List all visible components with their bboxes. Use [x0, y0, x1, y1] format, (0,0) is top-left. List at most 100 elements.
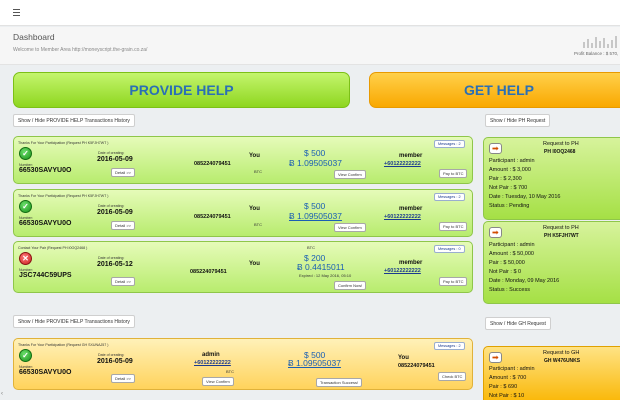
messages-badge[interactable]: Messages : 2: [434, 193, 465, 201]
currency-label: BTC: [307, 245, 315, 250]
arrow-right-icon: [489, 352, 502, 363]
request-title: Request to GH: [543, 350, 580, 356]
view-confirm-button[interactable]: View Confirm: [334, 223, 366, 232]
btc-amount: Ƀ 1.09505037: [288, 358, 341, 368]
receiver-name: member: [399, 206, 423, 212]
request-pair: Pair : $ 50,000: [489, 260, 525, 266]
sender-phone: 085224079451: [190, 269, 227, 275]
receiver-phone-link[interactable]: +60122222222: [384, 161, 421, 167]
sender-phone: 085224079451: [194, 214, 231, 220]
top-bar: [0, 0, 620, 26]
profit-balance: Profit Balance : $ 570,: [574, 51, 619, 56]
menu-icon[interactable]: [13, 9, 20, 16]
request-not-pair: Not Pair : $ 700: [489, 185, 528, 191]
receiver-name: member: [399, 260, 423, 266]
sender-name: You: [249, 206, 260, 212]
receiver-phone: 085224079451: [398, 363, 435, 369]
toggle-provide-history-button[interactable]: Show / Hide PROVIDE HELP Transactions Hi…: [13, 114, 135, 127]
sender-phone: 085224079451: [194, 161, 231, 167]
card-header: Thanks For Your Participation (Request P…: [18, 141, 109, 145]
sender-name: You: [249, 153, 260, 159]
detail-button[interactable]: Detail >>: [111, 168, 136, 177]
receiver-phone-link[interactable]: +60122222222: [384, 268, 421, 274]
btc-amount: Ƀ 1.09505037: [289, 158, 342, 168]
pay-to-btc-button[interactable]: Pay to BTC: [439, 222, 468, 231]
arrow-right-icon: [489, 143, 502, 154]
detail-button[interactable]: Detail >>: [111, 277, 136, 286]
scroll-left-icon[interactable]: ‹: [1, 391, 7, 399]
currency-label: BTC: [254, 222, 262, 227]
expired-text: Expired : 12 May 2016, 05:10: [299, 273, 352, 278]
date-label: Date of creating:: [98, 151, 125, 155]
creation-date: 2016-05-09: [97, 156, 133, 163]
currency-label: BTC: [254, 169, 262, 174]
view-confirm-button[interactable]: View Confirm: [202, 377, 234, 386]
profit-bars-icon: [583, 36, 620, 48]
transaction-number: 66530SAVYU0O: [19, 167, 72, 174]
ph-transaction-card: Contact Your Pair (Request PH I0OQ2468 )…: [13, 241, 473, 293]
arrow-right-icon: [489, 227, 502, 238]
creation-date: 2016-05-12: [97, 261, 133, 268]
messages-badge[interactable]: Messages : 2: [434, 140, 465, 148]
date-label: Date of creating:: [98, 353, 125, 357]
creation-date: 2016-05-09: [97, 358, 133, 365]
detail-button[interactable]: Detail >>: [111, 221, 136, 230]
request-id: GH W476UNKS: [544, 358, 581, 364]
detail-button[interactable]: Detail >>: [111, 374, 136, 383]
view-confirm-button[interactable]: View Confirm: [334, 170, 366, 179]
receiver-name: member: [399, 153, 423, 159]
ph-request-card: Request to PH PH I0OQ2468 Participant : …: [483, 137, 620, 220]
usd-amount: $ 500: [304, 201, 326, 211]
gh-transaction-card: Thanks For Your Participation (Request G…: [13, 338, 473, 390]
creation-date: 2016-05-09: [97, 209, 133, 216]
check-btc-button[interactable]: Check BTC: [438, 372, 467, 381]
messages-badge[interactable]: Messages : 2: [434, 342, 465, 350]
confirm-now-button[interactable]: Confirm Now!: [334, 281, 367, 290]
pay-to-btc-button[interactable]: Pay to BTC: [439, 169, 468, 178]
toggle-gh-request-button[interactable]: Show / Hide GH Request: [485, 317, 551, 330]
cross-icon: [19, 252, 32, 265]
request-amount: Amount : $ 50,000: [489, 251, 534, 257]
usd-amount: $ 500: [304, 148, 326, 158]
sender-name: admin: [202, 352, 220, 358]
card-header: Contact Your Pair (Request PH I0OQ2468 ): [18, 246, 88, 250]
check-icon: [19, 349, 32, 362]
request-not-pair: Not Pair : $ 0: [489, 269, 522, 275]
get-help-button[interactable]: GET HELP: [369, 72, 620, 108]
btc-amount: Ƀ 1.09505037: [289, 211, 342, 221]
request-date: Date : Monday, 09 May 2016: [489, 278, 560, 284]
btc-amount: Ƀ 0.4415011: [297, 262, 345, 272]
request-participant: Participant : admin: [489, 158, 535, 164]
sender-phone-link[interactable]: +60122222222: [194, 360, 231, 366]
receiver-phone-link[interactable]: +60122222222: [384, 214, 421, 220]
toggle-ph-request-button[interactable]: Show / Hide PH Request: [485, 114, 551, 127]
toggle-provide-history-button-2[interactable]: Show / Hide PROVIDE HELP Transactions Hi…: [13, 315, 135, 328]
transaction-number: 66530SAVYU0O: [19, 369, 72, 376]
messages-badge[interactable]: Messages : 0: [434, 245, 465, 253]
request-status: Status : Success: [489, 287, 530, 293]
transaction-number: JSC744C59UPS: [19, 272, 72, 279]
request-pair: Pair : $ 2,300: [489, 176, 522, 182]
transaction-number: 66530SAVYU0O: [19, 220, 72, 227]
provide-help-button[interactable]: PROVIDE HELP: [13, 72, 350, 108]
check-icon: [19, 200, 32, 213]
date-label: Date of creating:: [98, 204, 125, 208]
welcome-text: Welcome to Member Area http://moneyscrip…: [13, 47, 148, 53]
page-title: Dashboard: [13, 32, 55, 42]
request-participant: Participant : admin: [489, 366, 535, 372]
pay-to-btc-button[interactable]: Pay to BTC: [439, 277, 468, 286]
check-icon: [19, 147, 32, 160]
dashboard-header: Dashboard Welcome to Member Area http://…: [0, 27, 620, 65]
receiver-name: You: [398, 355, 409, 361]
request-id: PH I0OQ2468: [544, 149, 576, 155]
sender-name: You: [249, 261, 260, 267]
request-amount: Amount : $ 3,000: [489, 167, 531, 173]
request-date: Date : Tuesday, 10 May 2016: [489, 194, 561, 200]
transaction-success-button[interactable]: Transaction Success!: [316, 378, 363, 387]
request-participant: Participant : admin: [489, 242, 535, 248]
card-header: Thanks For Your Participation (Request P…: [18, 194, 109, 198]
date-label: Date of creating:: [98, 256, 125, 260]
request-not-pair: Not Pair : $ 10: [489, 393, 525, 399]
request-id: PH K5FJH7WT: [544, 233, 579, 239]
request-amount: Amount : $ 700: [489, 375, 527, 381]
